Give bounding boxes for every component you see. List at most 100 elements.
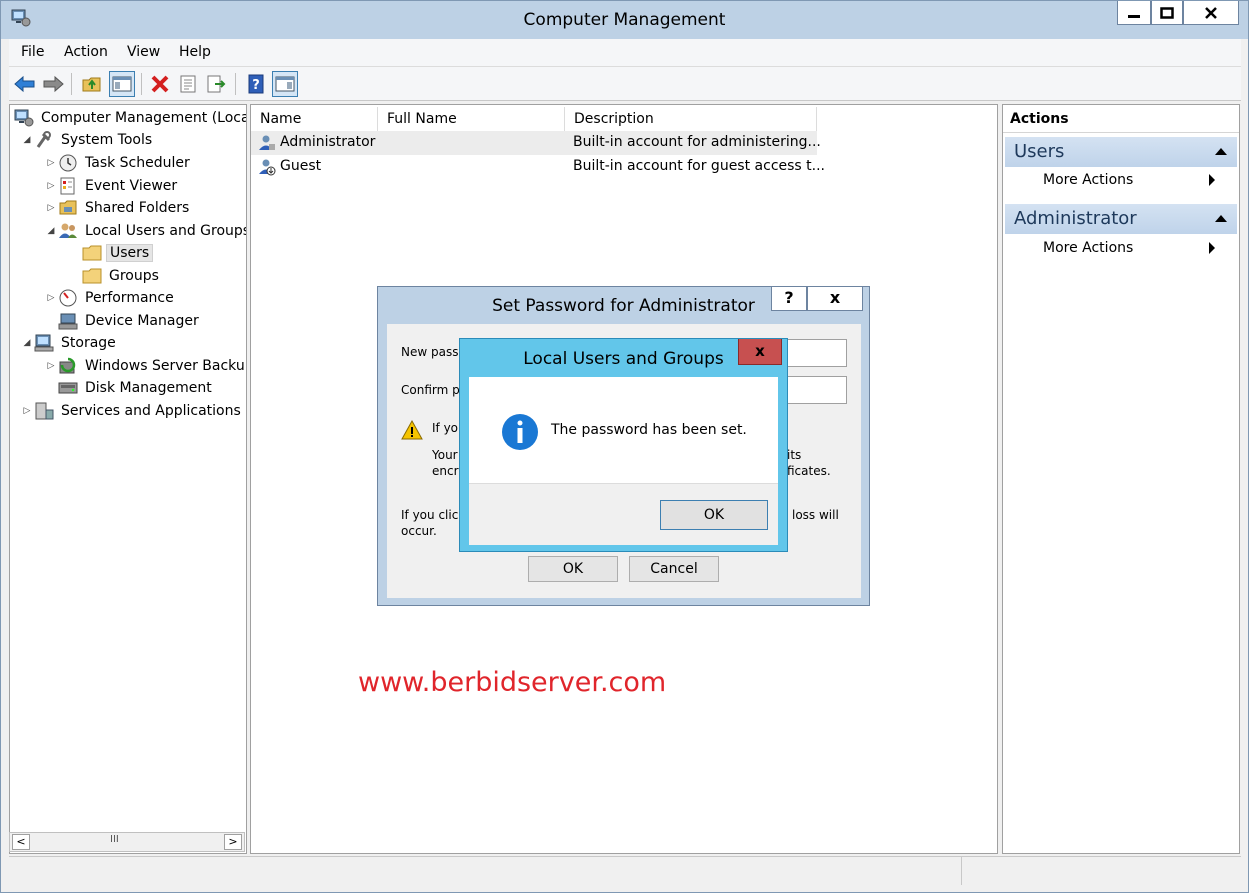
tree-item-storage[interactable]: ◢ Storage: [20, 332, 119, 354]
user-row-administrator[interactable]: Administrator Built-in account for admin…: [251, 131, 821, 155]
action-more-actions-users[interactable]: More Actions: [1043, 172, 1227, 188]
computer-management-icon: [14, 109, 34, 127]
information-icon: [502, 414, 538, 450]
actions-pane-title: Actions: [1003, 105, 1239, 133]
tree-item-device-manager[interactable]: Device Manager: [58, 310, 202, 332]
actions-section-users[interactable]: Users: [1005, 137, 1237, 167]
tree-expand-arrow[interactable]: ◢: [20, 135, 34, 145]
actions-section-title: Administrator: [1014, 208, 1137, 229]
performance-gauge-icon: [58, 289, 78, 307]
column-header-description[interactable]: Description: [565, 107, 817, 131]
minimize-icon: [1128, 14, 1140, 18]
disabled-user-icon: [258, 158, 276, 180]
scroll-left-button[interactable]: <: [12, 834, 30, 850]
dialog-close-button[interactable]: x: [807, 287, 863, 311]
menu-help[interactable]: Help: [179, 44, 211, 60]
tree-item-users[interactable]: Users: [82, 242, 154, 264]
tree-item-label: Storage: [61, 335, 116, 351]
tree-item-task-scheduler[interactable]: ▷ Task Scheduler: [44, 152, 193, 174]
menu-file[interactable]: File: [21, 44, 44, 60]
show-hide-action-pane-button[interactable]: [272, 71, 298, 97]
tree-item-local-users-and-groups[interactable]: ◢ Local Users and Groups: [44, 220, 247, 242]
tree-item-windows-server-backup[interactable]: ▷ Windows Server Backup: [44, 355, 247, 377]
message-ok-button[interactable]: OK: [660, 500, 768, 530]
tree-item-services-and-applications[interactable]: ▷ Services and Applications: [20, 400, 244, 422]
up-one-level-button[interactable]: [79, 71, 105, 97]
collapse-up-icon[interactable]: [1215, 148, 1227, 155]
system-tools-icon: [34, 131, 54, 149]
message-text: The password has been set.: [551, 422, 747, 438]
tree-item-label: Users: [106, 244, 154, 262]
folder-icon: [82, 244, 102, 262]
maximize-button[interactable]: [1151, 1, 1183, 25]
tree-expand-arrow[interactable]: ▷: [44, 203, 58, 213]
properties-icon: [180, 75, 196, 93]
scroll-thumb-grip[interactable]: III: [110, 834, 119, 845]
actions-pane: Actions Users More Actions Administrator…: [1002, 104, 1240, 854]
action-label: More Actions: [1043, 240, 1134, 256]
close-button[interactable]: [1183, 1, 1239, 25]
forward-arrow-icon: [43, 75, 64, 93]
tree-item-disk-management[interactable]: Disk Management: [58, 377, 215, 399]
tree-item-label: Windows Server Backup: [85, 358, 247, 374]
shared-folder-icon: [58, 199, 78, 217]
tree-item-computer-management[interactable]: Computer Management (Local: [14, 107, 246, 129]
export-list-icon: [207, 75, 226, 93]
tree-item-label: Device Manager: [85, 313, 199, 329]
minimize-button[interactable]: [1117, 1, 1151, 25]
tree-expand-arrow[interactable]: ◢: [20, 338, 34, 348]
toolbar-separator: [235, 73, 236, 95]
set-password-cancel-button[interactable]: Cancel: [629, 556, 719, 582]
disk-management-icon: [58, 379, 78, 397]
tree-item-shared-folders[interactable]: ▷ Shared Folders: [44, 197, 192, 219]
window-title: Computer Management: [523, 10, 726, 30]
action-more-actions-administrator[interactable]: More Actions: [1043, 240, 1227, 256]
column-header-full-name[interactable]: Full Name: [378, 107, 565, 131]
confirm-password-input[interactable]: [787, 376, 847, 404]
forward-button[interactable]: [40, 71, 66, 97]
dialog-help-button[interactable]: ?: [771, 287, 807, 311]
backup-icon: [58, 357, 78, 375]
actions-section-administrator[interactable]: Administrator: [1005, 204, 1237, 234]
user-description: Built-in account for administering...: [573, 134, 821, 150]
properties-button[interactable]: [175, 71, 201, 97]
set-password-ok-button[interactable]: OK: [528, 556, 618, 582]
menu-view[interactable]: View: [127, 44, 160, 60]
scroll-right-button[interactable]: >: [224, 834, 242, 850]
note-text-line1-end: loss will: [792, 508, 839, 522]
tree-expand-arrow[interactable]: ◢: [44, 226, 58, 236]
tree-item-label: Local Users and Groups: [85, 223, 247, 239]
tree-item-performance[interactable]: ▷ Performance: [44, 287, 177, 309]
delete-x-icon: [151, 75, 169, 93]
tree-expand-arrow[interactable]: ▷: [44, 158, 58, 168]
user-row-guest[interactable]: Guest Built-in account for guest access …: [251, 155, 825, 180]
console-tree-pane: Computer Management (Local ◢ System Tool…: [9, 104, 247, 854]
status-divider: [961, 857, 962, 885]
title-bar[interactable]: Computer Management: [1, 1, 1248, 39]
tree-expand-arrow[interactable]: ▷: [44, 293, 58, 303]
tree-expand-arrow[interactable]: ▷: [20, 406, 34, 416]
help-button[interactable]: ?: [243, 71, 269, 97]
tree-item-event-viewer[interactable]: ▷ Event Viewer: [44, 175, 180, 197]
users-group-icon: [58, 222, 78, 240]
back-button[interactable]: [12, 71, 38, 97]
new-password-input[interactable]: [787, 339, 847, 367]
tree-item-system-tools[interactable]: ◢ System Tools: [20, 129, 155, 151]
dialog-close-button[interactable]: x: [738, 339, 782, 365]
tree-item-groups[interactable]: Groups: [82, 265, 162, 287]
new-password-label: New pass: [401, 345, 459, 359]
menu-action[interactable]: Action: [64, 44, 108, 60]
status-bar: [9, 856, 1241, 886]
tree-horizontal-scrollbar[interactable]: < III >: [9, 832, 245, 852]
user-name: Guest: [280, 158, 322, 174]
event-viewer-icon: [58, 177, 78, 195]
tree-expand-arrow[interactable]: ▷: [44, 181, 58, 191]
export-list-button[interactable]: [203, 71, 229, 97]
toolbar: ?: [9, 67, 1241, 101]
delete-button[interactable]: [147, 71, 173, 97]
column-header-name[interactable]: Name: [251, 107, 378, 131]
collapse-up-icon[interactable]: [1215, 215, 1227, 222]
show-hide-console-tree-button[interactable]: [109, 71, 135, 97]
tree-expand-arrow[interactable]: ▷: [44, 361, 58, 371]
tree-item-label: Disk Management: [85, 380, 212, 396]
